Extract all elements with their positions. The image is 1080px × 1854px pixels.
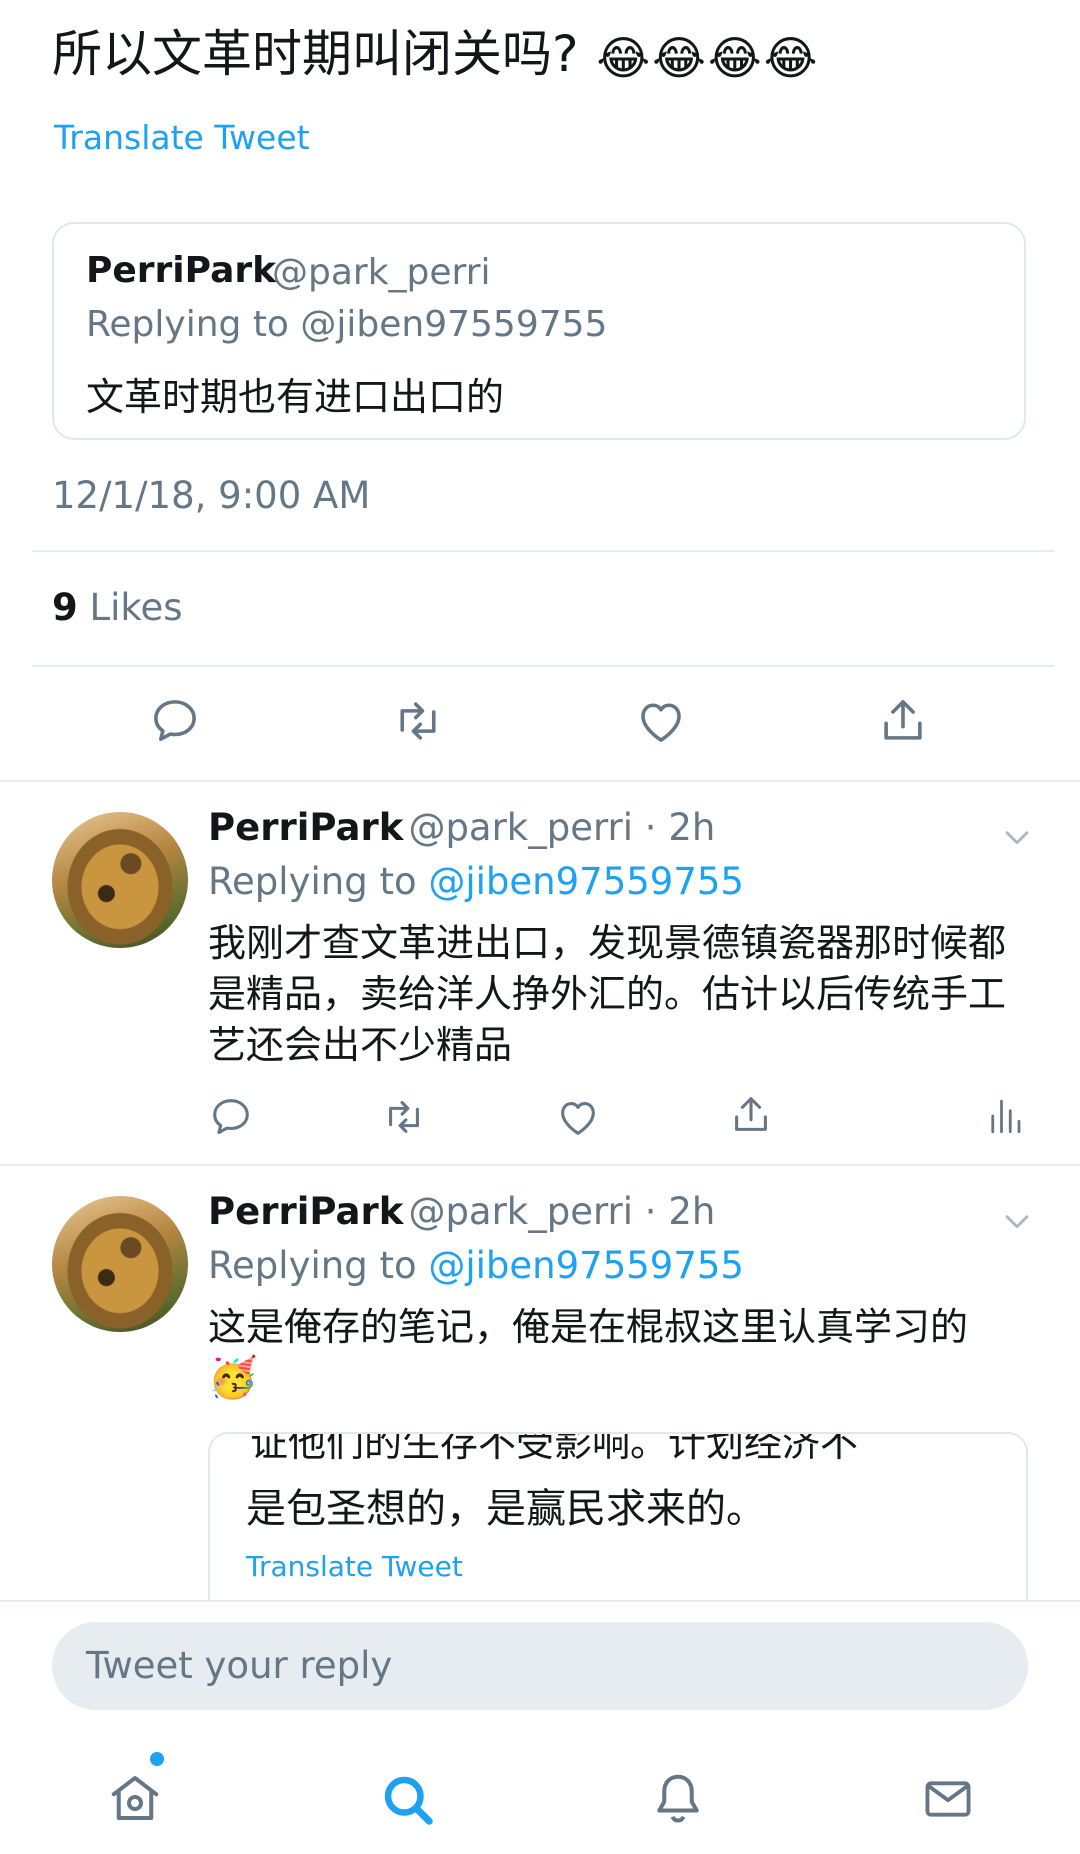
emoji-joy: 😂 bbox=[652, 30, 706, 85]
divider bbox=[0, 1164, 1080, 1166]
replying-to-label: Replying to bbox=[208, 1244, 417, 1287]
avatar[interactable] bbox=[52, 812, 188, 948]
search-icon[interactable] bbox=[378, 1770, 438, 1830]
share-icon[interactable] bbox=[876, 694, 930, 748]
like-icon[interactable] bbox=[634, 694, 688, 748]
like-icon[interactable] bbox=[555, 1094, 601, 1140]
notifications-icon[interactable] bbox=[648, 1768, 708, 1828]
tweet-reply-input[interactable]: Tweet your reply bbox=[52, 1622, 1028, 1710]
reply-text-content: 这是俺存的笔记，俺是在棍叔这里认真学习的 bbox=[208, 1305, 969, 1349]
avatar[interactable] bbox=[52, 1196, 188, 1332]
replying-to-handle-link[interactable]: @jiben97559755 bbox=[428, 860, 744, 903]
reply-header: PerriPark @park_perri · 2h bbox=[208, 806, 715, 849]
quoted-tweet-text: 文革时期也有进口出口的 bbox=[86, 375, 505, 419]
emoji-joy: 😂 bbox=[707, 30, 762, 85]
divider bbox=[32, 665, 1054, 667]
home-icon[interactable] bbox=[104, 1768, 166, 1828]
chevron-down-icon[interactable] bbox=[1000, 1204, 1034, 1238]
likes-number: 9 bbox=[52, 586, 78, 629]
divider bbox=[32, 550, 1054, 552]
share-icon[interactable] bbox=[728, 1092, 774, 1138]
quoted-author-handle: @park_perri bbox=[272, 252, 491, 293]
composer-divider bbox=[0, 1600, 1080, 1602]
embedded-translate-link: Translate Tweet bbox=[246, 1550, 463, 1583]
embedded-text: 是包圣想的，是赢民求来的。 bbox=[246, 1486, 766, 1532]
author-handle: @park_perri bbox=[408, 806, 634, 849]
replying-to-label: Replying to bbox=[208, 860, 417, 903]
emoji-joy: 😂 bbox=[596, 30, 651, 85]
tweet-text: 所以文革时期叫闭关吗? 😂😂😂😂 bbox=[52, 18, 817, 94]
tweet-timestamp: 12/1/18, 9:00 AM bbox=[52, 474, 371, 517]
translate-tweet-link[interactable]: Translate Tweet bbox=[54, 118, 310, 157]
reply-time: 2h bbox=[668, 1190, 716, 1233]
quoted-author-name: PerriPark bbox=[86, 250, 277, 291]
analytics-icon[interactable] bbox=[984, 1094, 1026, 1138]
embedded-image-card[interactable]: 证他们的生存不受影响。计划经济不 是包圣想的，是赢民求来的。 Translate… bbox=[208, 1432, 1028, 1602]
replying-to: Replying to @jiben97559755 bbox=[208, 860, 744, 903]
retweet-icon[interactable] bbox=[380, 1094, 428, 1140]
dot-separator: · bbox=[633, 1190, 669, 1233]
divider bbox=[0, 780, 1080, 782]
embedded-cut-text: 证他们的生存不受影响。计划经济不 bbox=[250, 1432, 859, 1465]
reply-icon[interactable] bbox=[208, 1094, 254, 1140]
tweet-text-content: 所以文革时期叫闭关吗? bbox=[52, 25, 579, 83]
replying-to: Replying to @jiben97559755 bbox=[208, 1244, 744, 1287]
reply-icon[interactable] bbox=[148, 694, 202, 748]
retweet-icon[interactable] bbox=[390, 694, 446, 748]
reply-text: 我刚才查文革进出口，发现景德镇瓷器那时候都是精品，卖给洋人挣外汇的。估计以后传统… bbox=[208, 921, 1007, 1067]
author-handle: @park_perri bbox=[408, 1190, 634, 1233]
chevron-down-icon[interactable] bbox=[1000, 820, 1034, 854]
reply-time: 2h bbox=[668, 806, 716, 849]
replying-to-handle-link[interactable]: @jiben97559755 bbox=[428, 1244, 744, 1287]
reply-header: PerriPark @park_perri · 2h bbox=[208, 1190, 715, 1233]
emoji-partying-face: 🥳 bbox=[208, 1355, 258, 1401]
reply-text: 这是俺存的笔记，俺是在棍叔这里认真学习的 🥳 bbox=[208, 1302, 1028, 1404]
dot-separator: · bbox=[633, 806, 669, 849]
messages-icon[interactable] bbox=[918, 1770, 978, 1828]
notification-dot bbox=[150, 1752, 164, 1766]
likes-count[interactable]: 9 Likes bbox=[52, 586, 183, 629]
author-name[interactable]: PerriPark bbox=[208, 1190, 403, 1233]
emoji-joy: 😂 bbox=[763, 30, 818, 85]
likes-label: Likes bbox=[89, 586, 183, 629]
author-name[interactable]: PerriPark bbox=[208, 806, 403, 849]
quoted-replying-to: Replying to @jiben97559755 bbox=[86, 304, 608, 345]
